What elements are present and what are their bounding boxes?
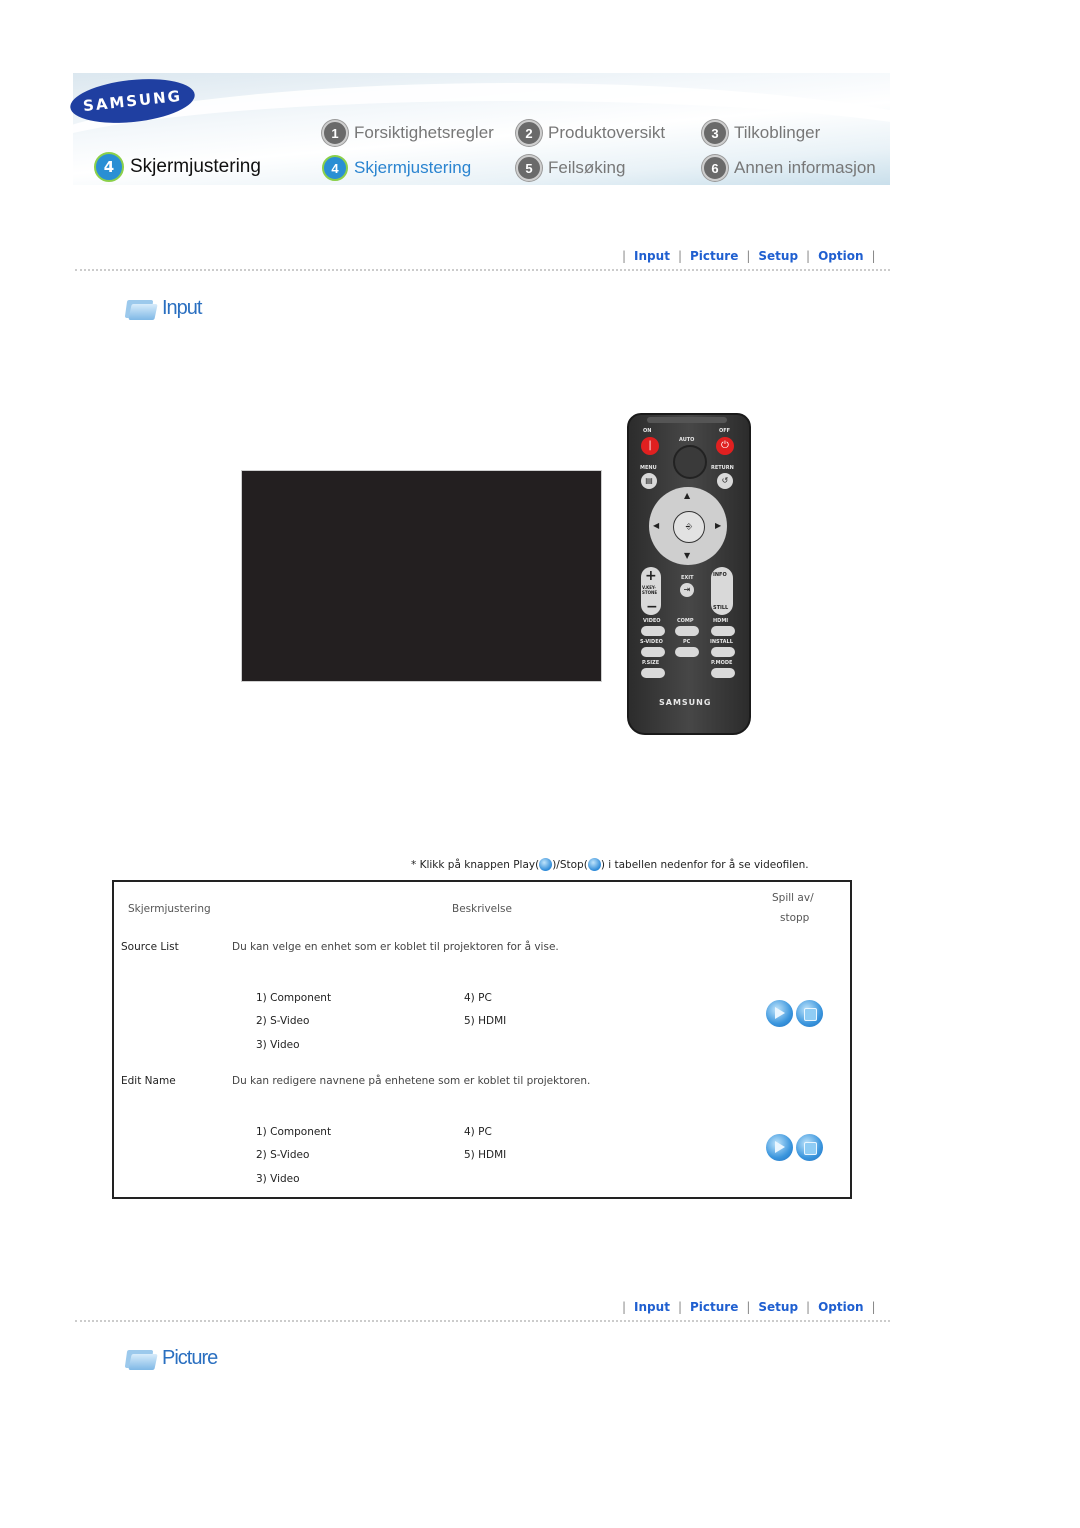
video-player[interactable] — [241, 470, 602, 682]
folder-icon — [124, 1348, 158, 1370]
divider — [75, 1320, 890, 1322]
remote-control-image: ON OFF AUTO | ⏻ MENU RETURN ▤ ↺ ▲ ▼ ◀ ▶ … — [627, 413, 751, 735]
keystone-rocker: + − V.KEY-STONE — [641, 567, 661, 615]
option-item: 4) PC — [464, 992, 492, 1004]
row-description: Du kan redigere navnene på enhetene som … — [232, 1075, 591, 1087]
option-item: 3) Video — [256, 1039, 300, 1051]
section-number-badge: 4 — [94, 152, 124, 182]
section-nav-bottom: | Input | Picture | Setup | Option | — [622, 1300, 876, 1314]
header-play-stop-line1: Spill av/ — [772, 892, 814, 904]
option-item: 5) HDMI — [464, 1015, 507, 1027]
nav-item-tilkoblinger[interactable]: 3 Tilkoblinger — [702, 120, 820, 146]
play-button[interactable] — [766, 1000, 793, 1027]
section-link-input[interactable]: Input — [634, 1300, 670, 1314]
option-item: 3) Video — [256, 1173, 300, 1185]
row-name-edit-name: Edit Name — [121, 1075, 176, 1087]
section-title-picture: Picture — [124, 1347, 218, 1370]
dpad: ▲ ▼ ◀ ▶ ⎆ — [649, 487, 727, 565]
play-button[interactable] — [766, 1134, 793, 1161]
section-link-setup[interactable]: Setup — [758, 1300, 798, 1314]
section-link-option[interactable]: Option — [818, 249, 863, 263]
option-item: 2) S-Video — [256, 1015, 310, 1027]
section-title-input: Input — [124, 297, 202, 320]
option-item: 5) HDMI — [464, 1149, 507, 1161]
current-section-title: 4 Skjermjustering — [94, 152, 261, 182]
play-stop-hint: * Klikk på knappen Play( )/Stop( ) i tab… — [411, 858, 809, 871]
folder-icon — [124, 298, 158, 320]
auto-button — [673, 445, 707, 479]
stop-button[interactable] — [796, 1000, 823, 1027]
section-link-picture[interactable]: Picture — [690, 1300, 738, 1314]
section-nav-top: | Input | Picture | Setup | Option | — [622, 249, 876, 263]
nav-item-forsiktighetsregler[interactable]: 1 Forsiktighetsregler — [322, 120, 494, 146]
stop-button[interactable] — [796, 1134, 823, 1161]
exit-button: ⇥ — [680, 583, 694, 597]
current-section-label: Skjermjustering — [130, 156, 261, 177]
option-item: 2) S-Video — [256, 1149, 310, 1161]
settings-table: Skjermjustering Beskrivelse Spill av/ st… — [112, 880, 852, 1199]
header-setting: Skjermjustering — [128, 903, 211, 915]
section-link-option[interactable]: Option — [818, 1300, 863, 1314]
section-link-input[interactable]: Input — [634, 249, 670, 263]
nav-item-feilsoking[interactable]: 5 Feilsøking — [516, 155, 625, 181]
option-item: 4) PC — [464, 1126, 492, 1138]
nav-item-skjermjustering[interactable]: 4 Skjermjustering — [322, 155, 471, 181]
section-link-picture[interactable]: Picture — [690, 249, 738, 263]
row-description: Du kan velge en enhet som er koblet til … — [232, 941, 559, 953]
section-link-setup[interactable]: Setup — [758, 249, 798, 263]
stop-icon — [587, 858, 601, 871]
power-on-button: | — [641, 437, 659, 455]
option-item: 1) Component — [256, 1126, 332, 1138]
header-play-stop-line2: stopp — [780, 912, 810, 924]
play-icon — [539, 858, 553, 871]
divider — [75, 269, 890, 271]
nav-item-produktoversikt[interactable]: 2 Produktoversikt — [516, 120, 665, 146]
menu-button: ▤ — [641, 473, 657, 489]
header-description: Beskrivelse — [452, 903, 512, 915]
option-item: 1) Component — [256, 992, 332, 1004]
return-button: ↺ — [717, 473, 733, 489]
info-still-rocker: INFO STILL — [711, 567, 733, 615]
row-name-source-list: Source List — [121, 941, 179, 953]
power-off-button: ⏻ — [716, 437, 734, 455]
nav-item-annen-informasjon[interactable]: 6 Annen informasjon — [702, 155, 876, 181]
